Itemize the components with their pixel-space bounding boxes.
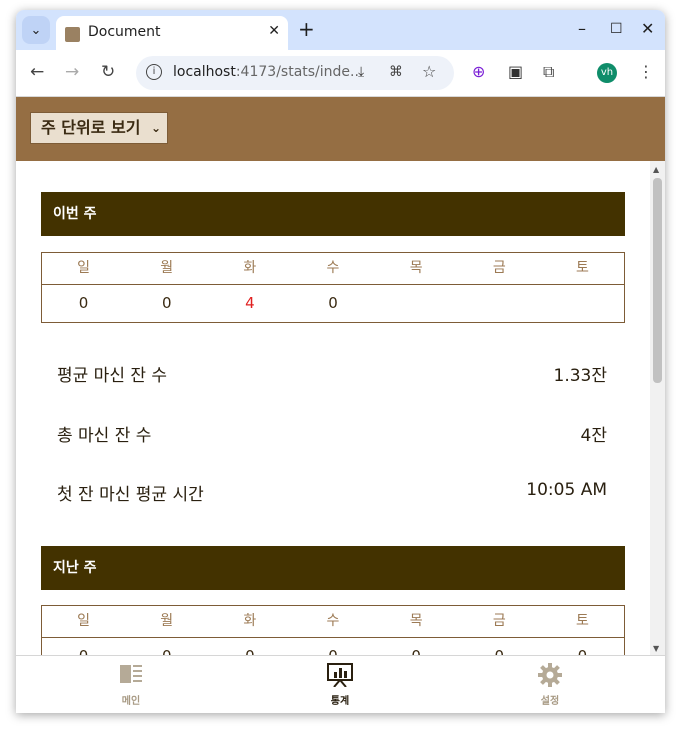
- section-title-last-week: 지난 주: [41, 546, 625, 590]
- scroll-up-arrow-icon[interactable]: ▲: [653, 165, 659, 174]
- new-tab-button[interactable]: +: [298, 18, 315, 40]
- stat-value: 10:05 AM: [526, 480, 607, 500]
- chevron-down-icon: ⌄: [30, 22, 42, 38]
- scroll-down-arrow-icon[interactable]: ▼: [653, 644, 659, 653]
- media-extension-icon[interactable]: ▣: [508, 63, 523, 81]
- extensions-puzzle-icon[interactable]: ⧉: [543, 63, 554, 81]
- section-title-this-week: 이번 주: [41, 192, 625, 236]
- bottom-nav-label: 통계: [330, 696, 350, 707]
- day-header-fri: 금: [492, 613, 506, 629]
- day-header-mon: 월: [160, 613, 174, 629]
- count-mon: 0: [161, 294, 172, 312]
- day-header-fri: 금: [492, 260, 506, 276]
- day-header-sun: 일: [77, 260, 91, 276]
- tab-title: Document: [88, 24, 161, 40]
- stat-total-cups: 총 마신 잔 수 4잔: [57, 421, 607, 446]
- chevron-down-icon: ⌄: [150, 121, 161, 135]
- bottom-nav-settings[interactable]: 설정: [510, 656, 590, 713]
- stat-value: 1.33잔: [553, 366, 608, 386]
- gear-icon: [538, 663, 562, 687]
- day-header-thu: 목: [409, 260, 423, 276]
- browser-window: ⌄ Document ✕ + – ☐ ✕ ← → ↻ i localhost:4…: [16, 10, 665, 713]
- bookmark-star-icon[interactable]: ☆: [422, 62, 436, 81]
- day-header-sat: 토: [575, 613, 589, 629]
- count-sat: [541, 285, 624, 322]
- bottom-nav-label: 메인: [121, 696, 141, 707]
- page-viewport: 주 단위로 보기 ⌄ 이번 주 일 월 화 수 목 금 토 0 0 4 0 평균…: [16, 97, 665, 713]
- browser-toolbar: ← → ↻ i localhost:4173/stats/inde... ⤓ ⌘…: [16, 50, 665, 97]
- stat-label: 총 마신 잔 수: [57, 426, 152, 446]
- day-header-wed: 수: [326, 260, 340, 276]
- day-header-wed: 수: [326, 613, 340, 629]
- address-bar[interactable]: i localhost:4173/stats/inde... ⤓ ⌘ ☆: [136, 56, 454, 90]
- day-header-row: 일 월 화 수 목 금 토: [42, 606, 624, 637]
- site-info-icon[interactable]: i: [146, 64, 162, 80]
- day-header-tue: 화: [243, 613, 257, 629]
- page-scrollbar[interactable]: ▲ ▼: [650, 161, 665, 655]
- stat-average-cups: 평균 마신 잔 수 1.33잔: [57, 361, 608, 386]
- stat-label: 첫 잔 마신 평균 시간: [57, 485, 204, 505]
- week-table-this-week: 일 월 화 수 목 금 토 0 0 4 0: [41, 252, 625, 323]
- profile-avatar[interactable]: vh: [597, 63, 617, 83]
- zoom-extension-icon[interactable]: ⊕: [472, 63, 485, 81]
- favicon-icon: [65, 27, 80, 42]
- bottom-nav-stats[interactable]: 통계: [300, 656, 380, 713]
- document-icon: [120, 665, 142, 683]
- bottom-nav-label: 설정: [540, 696, 560, 707]
- bottom-nav: 메인 통계 설정: [16, 655, 665, 713]
- day-header-sat: 토: [575, 260, 589, 276]
- day-header-mon: 월: [160, 260, 174, 276]
- count-sun: 0: [78, 294, 89, 312]
- install-app-icon[interactable]: ⤓: [358, 64, 364, 80]
- count-tue: 4: [245, 294, 255, 312]
- day-header-tue: 화: [243, 260, 257, 276]
- reload-icon[interactable]: ↻: [101, 62, 115, 82]
- count-row: 0 0 4 0: [42, 284, 624, 322]
- close-tab-icon[interactable]: ✕: [268, 23, 280, 39]
- count-fri: [458, 285, 541, 322]
- day-header-thu: 목: [409, 613, 423, 629]
- tab-strip: ⌄ Document ✕ + – ☐ ✕: [16, 10, 665, 50]
- translate-icon[interactable]: ⌘: [389, 64, 403, 80]
- menu-kebab-icon[interactable]: ⋮: [638, 63, 654, 81]
- maximize-icon[interactable]: ☐: [610, 20, 623, 38]
- window-close-icon[interactable]: ✕: [641, 20, 654, 38]
- forward-icon[interactable]: →: [65, 62, 79, 82]
- stat-value: 4잔: [580, 426, 607, 446]
- url-text[interactable]: localhost:4173/stats/inde...: [173, 64, 363, 80]
- count-thu: [375, 285, 458, 322]
- minimize-icon[interactable]: –: [578, 20, 586, 38]
- app-header: 주 단위로 보기 ⌄: [16, 97, 665, 161]
- day-header-row: 일 월 화 수 목 금 토: [42, 253, 624, 284]
- count-wed: 0: [328, 294, 338, 312]
- day-header-sun: 일: [77, 613, 91, 629]
- browser-tab[interactable]: Document ✕: [56, 16, 288, 50]
- period-select[interactable]: 주 단위로 보기 ⌄: [30, 112, 168, 144]
- stats-board-icon: [327, 663, 353, 687]
- tab-search-button[interactable]: ⌄: [22, 16, 50, 44]
- bottom-nav-main[interactable]: 메인: [91, 656, 171, 713]
- stat-first-cup-time: 첫 잔 마신 평균 시간 10:05 AM: [57, 480, 607, 505]
- back-icon[interactable]: ←: [30, 62, 44, 82]
- stat-label: 평균 마신 잔 수: [57, 366, 168, 386]
- scrollbar-thumb[interactable]: [653, 178, 662, 383]
